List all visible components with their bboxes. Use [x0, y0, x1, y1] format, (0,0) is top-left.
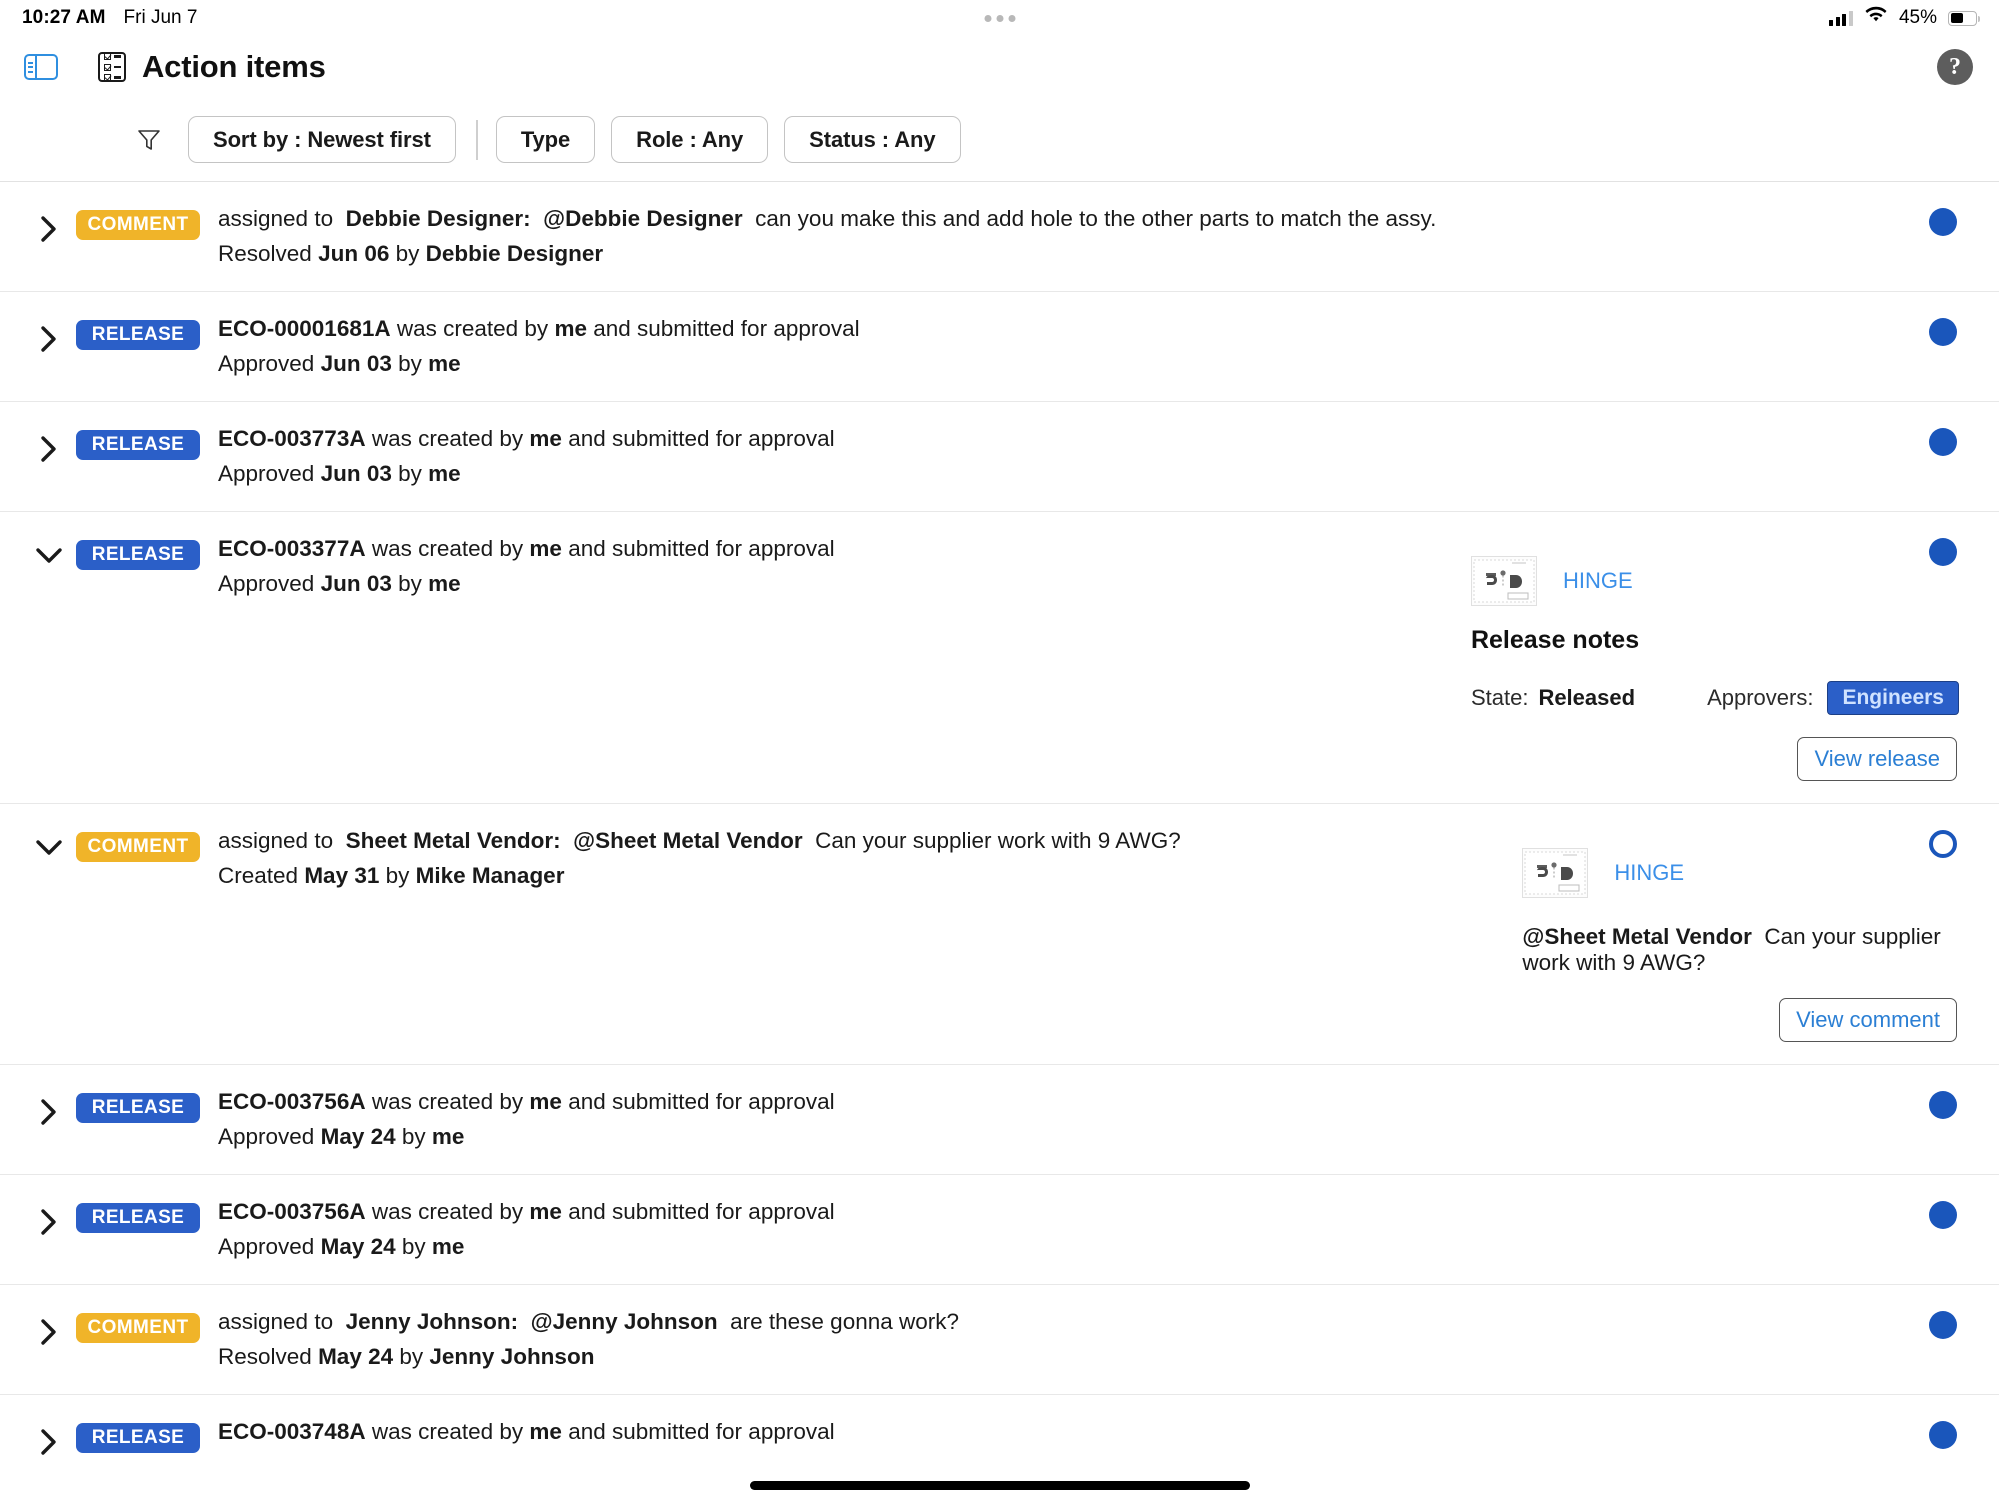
row-summary: ECO-003377A was created by me and submit… [218, 534, 1265, 599]
expand-toggle-icon[interactable] [22, 424, 76, 489]
row-subline: Resolved Jun 06 by Debbie Designer [218, 241, 604, 266]
status-filter[interactable]: Status : Any [784, 116, 961, 163]
type-badge: COMMENT [76, 210, 200, 240]
status-badge[interactable] [1929, 428, 1957, 456]
page-title: Action items [142, 49, 326, 84]
table-row[interactable]: COMMENT assigned to Sheet Metal Vendor: @… [0, 804, 1999, 1065]
battery-icon [1948, 10, 1980, 26]
expand-toggle-icon[interactable] [22, 1307, 76, 1372]
role-filter[interactable]: Role : Any [611, 116, 769, 163]
eco-number: ECO-003748A [218, 1419, 366, 1444]
approvers-label: Approvers: [1707, 685, 1814, 710]
type-filter[interactable]: Type [495, 116, 596, 163]
row-details: HINGE Release notes State: Released Approver… [1385, 534, 1999, 781]
filter-bar: Sort by : Newest first Type Role : Any S… [0, 98, 1999, 182]
row-summary: ECO-003756A was created by me and submit… [218, 1087, 1879, 1152]
wifi-icon [1864, 6, 1888, 30]
status-badge[interactable] [1929, 1201, 1957, 1229]
help-question-icon[interactable]: ? [1937, 49, 1973, 85]
filter-divider [475, 119, 478, 160]
expand-toggle-icon[interactable] [22, 314, 76, 379]
release-notes-title: Release notes [1470, 626, 1640, 654]
eco-number: ECO-003377A [218, 536, 366, 561]
table-row[interactable]: COMMENT assigned to Jenny Johnson: @Jenny… [0, 1285, 1999, 1395]
expand-toggle-icon[interactable] [22, 1087, 76, 1152]
expand-toggle-icon[interactable] [22, 204, 76, 269]
row-summary: ECO-00001681A was created by me and subm… [218, 314, 1879, 379]
battery-percent: 45% [1898, 7, 1937, 28]
eco-number: ECO-003756A [218, 1089, 366, 1114]
row-summary: ECO-003748A was created by me and submit… [218, 1419, 835, 1444]
status-badge[interactable] [1929, 1091, 1957, 1119]
status-bar: 10:27 AM Fri Jun 7 45% [0, 0, 1999, 36]
type-badge: COMMENT [76, 832, 200, 862]
type-badge: RELEASE [76, 1423, 200, 1453]
cad-drawing-thumbnail[interactable] [1522, 848, 1589, 898]
sidebar-toggle-icon[interactable] [24, 54, 58, 80]
status-date: Fri Jun 7 [123, 7, 198, 28]
eco-number: ECO-003773A [218, 426, 366, 451]
eco-number: ECO-00001681A [218, 316, 391, 341]
table-row[interactable]: RELEASE ECO-003756A was created by me and… [0, 1175, 1999, 1285]
eco-number: ECO-003756A [218, 1199, 366, 1224]
row-summary: assigned to Jenny Johnson: @Jenny Johnso… [218, 1307, 1879, 1372]
action-items-list: COMMENT assigned to Debbie Designer: @Deb… [0, 182, 1999, 1479]
comment-text: @Sheet Metal Vendor Can your supplier wo… [1522, 924, 1941, 975]
status-badge[interactable] [1929, 538, 1957, 566]
type-badge: RELEASE [76, 1093, 200, 1123]
row-summary: assigned to Debbie Designer: @Debbie Des… [218, 204, 1879, 269]
row-subline: Approved Jun 03 by me [218, 461, 461, 486]
checklist-icon [98, 52, 126, 82]
table-row[interactable]: RELEASE ECO-00001681A was created by me a… [0, 292, 1999, 402]
row-subline: Resolved May 24 by Jenny Johnson [218, 1344, 595, 1369]
expand-toggle-icon[interactable] [22, 826, 76, 1042]
table-row[interactable]: RELEASE ECO-003377A was created by me and… [0, 512, 1999, 804]
row-subline: Approved Jun 03 by me [218, 571, 461, 596]
row-summary: assigned to Sheet Metal Vendor: @Sheet M… [218, 826, 1316, 891]
expand-toggle-icon[interactable] [22, 1197, 76, 1262]
table-row[interactable]: RELEASE ECO-003756A was created by me and… [0, 1065, 1999, 1175]
part-link[interactable]: HINGE [1563, 568, 1633, 594]
row-subline: Approved Jun 03 by me [218, 351, 461, 376]
home-indicator [749, 1481, 1250, 1490]
expand-toggle-icon[interactable] [22, 1417, 76, 1457]
cad-drawing-thumbnail[interactable] [1470, 556, 1537, 606]
status-badge[interactable] [1929, 1311, 1957, 1339]
view-release-button[interactable]: View release [1797, 737, 1957, 781]
app-header: Action items ? [0, 36, 1999, 98]
approvers-chip[interactable]: Engineers [1827, 681, 1959, 715]
row-subline: Created May 31 by Mike Manager [218, 863, 565, 888]
row-subline: Approved May 24 by me [218, 1124, 465, 1149]
type-badge: RELEASE [76, 540, 200, 570]
row-summary: ECO-003773A was created by me and submit… [218, 424, 1879, 489]
table-row[interactable]: RELEASE ECO-003748A was created by me and… [0, 1395, 1999, 1479]
type-badge: COMMENT [76, 1313, 200, 1343]
expand-toggle-icon[interactable] [22, 534, 76, 781]
filter-funnel-icon[interactable] [136, 127, 162, 153]
table-row[interactable]: RELEASE ECO-003773A was created by me and… [0, 402, 1999, 512]
part-link[interactable]: HINGE [1614, 860, 1684, 886]
table-row[interactable]: COMMENT assigned to Debbie Designer: @Deb… [0, 182, 1999, 292]
type-badge: RELEASE [76, 1203, 200, 1233]
row-details: HINGE @Sheet Metal Vendor Can your suppli… [1436, 826, 1999, 1042]
cellular-signal-icon [1829, 10, 1853, 26]
type-badge: RELEASE [76, 430, 200, 460]
state-value: Released [1538, 685, 1636, 710]
type-badge: RELEASE [76, 320, 200, 350]
row-summary: ECO-003756A was created by me and submit… [218, 1197, 1879, 1262]
row-subline: Approved May 24 by me [218, 1234, 465, 1259]
view-comment-button[interactable]: View comment [1779, 998, 1957, 1042]
status-badge[interactable] [1929, 208, 1957, 236]
state-label: State: [1470, 685, 1529, 710]
sort-by-filter[interactable]: Sort by : Newest first [188, 116, 456, 163]
multitasking-dots-icon[interactable] [984, 14, 1015, 22]
status-badge[interactable] [1929, 1421, 1957, 1449]
status-time: 10:27 AM [22, 7, 106, 28]
status-badge[interactable] [1929, 830, 1957, 858]
status-badge[interactable] [1929, 318, 1957, 346]
